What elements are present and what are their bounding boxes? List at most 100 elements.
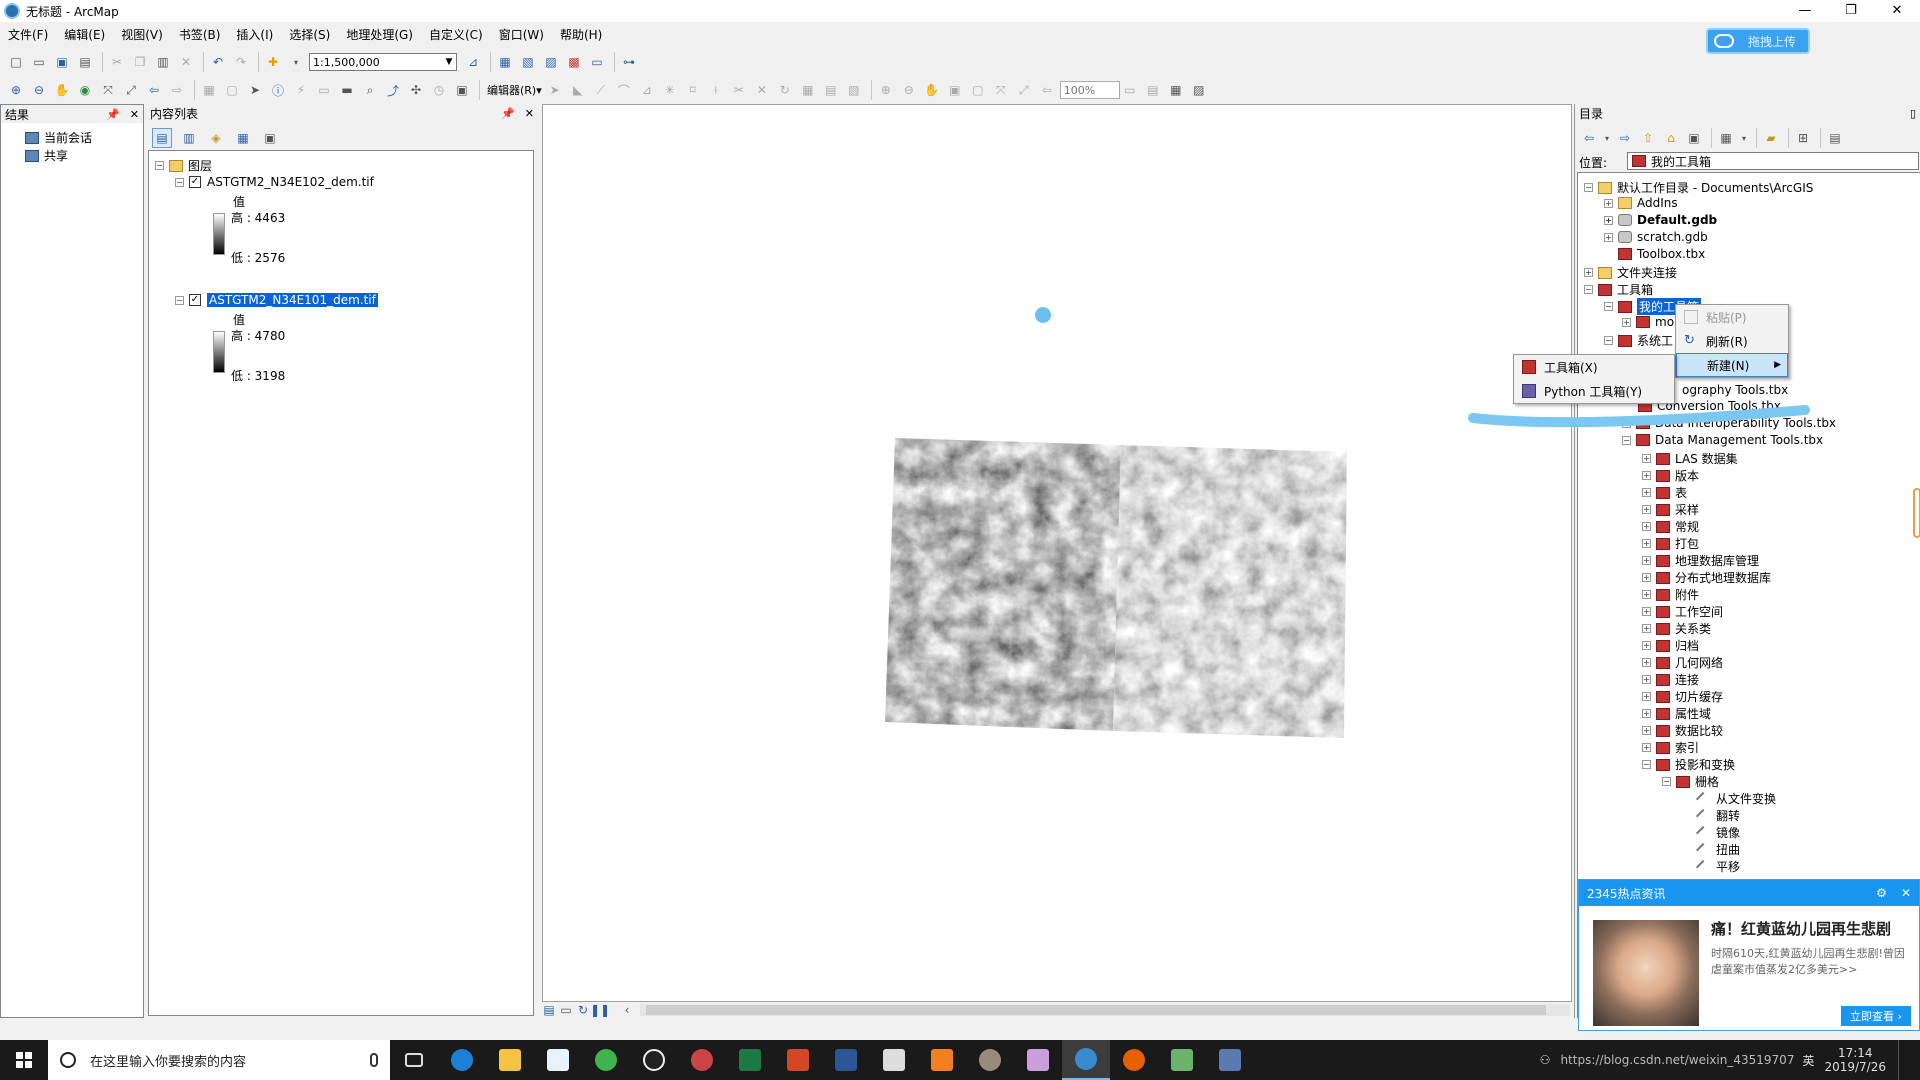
go-back-extent-layout-icon[interactable]: ⇦ (1037, 80, 1057, 100)
catalog-tree-item[interactable]: + 关系类 (1642, 620, 1711, 637)
collapse-icon[interactable]: − (1662, 777, 1671, 786)
undo-icon[interactable]: ↶ (208, 52, 228, 72)
expand-icon[interactable]: + (1642, 641, 1651, 650)
arctoolbox-icon[interactable]: ▩ (564, 52, 584, 72)
catalog-tree-item[interactable]: + 版本 (1642, 467, 1699, 484)
expand-icon[interactable]: + (1642, 539, 1651, 548)
layout-zoom-out-icon[interactable]: ⊖ (899, 80, 919, 100)
catalog-tree-item[interactable]: + 几何网络 (1642, 654, 1723, 671)
full-extent-icon[interactable]: ◉ (75, 80, 95, 100)
find-icon[interactable]: ⌕ (360, 80, 380, 100)
arcglobe-icon[interactable] (966, 1040, 1014, 1080)
minimize-button[interactable]: — (1782, 0, 1828, 22)
catalog-tree-item[interactable]: − 默认工作目录 - Documents\ArcGIS (1584, 179, 1813, 196)
refresh-view-icon[interactable]: ↻ (576, 1003, 590, 1017)
ppt-viewer-icon[interactable] (918, 1040, 966, 1080)
catalog-tree-item[interactable]: + 索引 (1642, 739, 1699, 756)
collapse-icon[interactable]: − (1604, 336, 1613, 345)
catalog-tree-item[interactable]: 从文件变换 (1695, 790, 1776, 807)
task-view-icon[interactable] (390, 1040, 438, 1080)
html-popup-icon[interactable]: ▭ (314, 80, 334, 100)
layer-visibility-checkbox[interactable]: ✓ (189, 294, 201, 306)
baidu-netdisk-icon[interactable] (534, 1040, 582, 1080)
collapse-icon[interactable]: − (175, 295, 184, 305)
close-icon[interactable]: ✕ (130, 108, 139, 121)
layer-row[interactable]: − ✓ ASTGTM2_N34E102_dem.tif (175, 175, 374, 189)
back-dropdown-icon[interactable]: ▾ (1602, 128, 1612, 148)
menu-bookmarks[interactable]: 书签(B) (171, 26, 229, 43)
fixed-zoom-out-layout-icon[interactable]: ⤢ (1014, 80, 1034, 100)
clock[interactable]: 17:14 2019/7/26 (1824, 1046, 1886, 1074)
toggle-draft-mode-icon[interactable]: ▭ (1120, 80, 1140, 100)
arcmap-taskbar-icon[interactable] (1062, 1040, 1110, 1080)
catalog-tree-item[interactable]: + 地理数据库管理 (1642, 552, 1759, 569)
catalog-tree-item[interactable]: + 归档 (1642, 637, 1699, 654)
edge-browser-icon[interactable] (438, 1040, 486, 1080)
scroll-left-icon[interactable]: ‹ (620, 1003, 634, 1017)
create-features-icon[interactable]: ▧ (844, 80, 864, 100)
back-extent-icon[interactable]: ⇦ (144, 80, 164, 100)
qq-icon[interactable] (630, 1040, 678, 1080)
pin-icon[interactable]: ▯ (1910, 107, 1916, 120)
catalog-tree-item[interactable]: + LAS 数据集 (1642, 450, 1738, 467)
show-desktop-button[interactable] (1898, 1040, 1920, 1080)
collapse-icon[interactable]: − (1604, 302, 1613, 311)
edit-annotation-icon[interactable]: ◣ (568, 80, 588, 100)
layout-zoom-in-icon[interactable]: ⊕ (876, 80, 896, 100)
people-icon[interactable]: ⚇ (1540, 1053, 1551, 1067)
edit-tool-icon[interactable]: ➤ (545, 80, 565, 100)
catalog-tree-item[interactable]: + Default.gdb (1604, 213, 1717, 227)
collapse-icon[interactable]: − (1584, 285, 1593, 294)
menu-windows[interactable]: 窗口(W) (491, 26, 552, 43)
menu-customize[interactable]: 自定义(C) (421, 26, 491, 43)
input-language[interactable]: 英 (1802, 1052, 1814, 1069)
close-button[interactable]: ✕ (1874, 0, 1920, 22)
attributes-icon[interactable]: ▦ (798, 80, 818, 100)
expand-icon[interactable]: + (1642, 522, 1651, 531)
news-thumbnail[interactable] (1593, 920, 1699, 1026)
redo-icon[interactable]: ↷ (231, 52, 251, 72)
powerpoint-icon[interactable] (774, 1040, 822, 1080)
map-scale-combobox[interactable]: 1:1,500,000 ▼ (309, 53, 457, 71)
catalog-tree-item[interactable]: + 数据比较 (1642, 722, 1723, 739)
view-now-button[interactable]: 立即查看 › (1841, 1006, 1911, 1026)
connect-folder-icon[interactable]: ▣ (1684, 128, 1704, 148)
open-icon[interactable]: ▭ (29, 52, 49, 72)
select-elements-icon[interactable]: ➤ (245, 80, 265, 100)
catalog-tree-item[interactable]: Toolbox.tbx (1618, 247, 1705, 261)
arccatalog-icon[interactable] (1206, 1040, 1254, 1080)
new-folder-icon[interactable]: ▰ (1761, 128, 1781, 148)
views-icon[interactable]: ▦ (1716, 128, 1736, 148)
menu-file[interactable]: 文件(F) (0, 26, 56, 43)
catalog-tree-item[interactable]: + 打包 (1642, 535, 1699, 552)
microphone-icon[interactable] (370, 1053, 378, 1067)
expand-icon[interactable]: + (1642, 743, 1651, 752)
results-shared[interactable]: 共享 (25, 147, 68, 164)
collapse-icon[interactable]: − (1584, 183, 1593, 192)
data-view-icon[interactable]: ▤ (542, 1003, 556, 1017)
menu-item-new[interactable]: 新建(N) ▶ (1676, 353, 1788, 377)
expand-icon[interactable]: + (1642, 573, 1651, 582)
save-icon[interactable]: ▣ (52, 52, 72, 72)
pin-icon[interactable]: 📌 (106, 108, 120, 121)
menu-view[interactable]: 视图(V) (113, 26, 171, 43)
model-builder-icon[interactable]: ⊶ (619, 52, 639, 72)
catalog-tree-item[interactable]: + 切片缓存 (1642, 688, 1723, 705)
copy-icon[interactable]: ❐ (130, 52, 150, 72)
cut-polygons-icon[interactable]: ✂ (729, 80, 749, 100)
catalog-tree-item[interactable]: − 系统工 (1604, 332, 1673, 349)
list-by-source-icon[interactable]: ▥ (179, 128, 199, 148)
fixed-zoom-in-layout-icon[interactable]: ⤧ (991, 80, 1011, 100)
catalog-tree-item[interactable]: + 附件 (1642, 586, 1699, 603)
create-viewer-window-icon[interactable]: ▣ (452, 80, 472, 100)
expand-icon[interactable]: + (1642, 607, 1651, 616)
news-headline[interactable]: 痛！红黄蓝幼儿园再生悲剧 (1711, 918, 1891, 939)
menu-insert[interactable]: 插入(I) (228, 26, 281, 43)
catalog-tree-item[interactable]: ography Tools.tbx (1682, 383, 1788, 397)
expand-icon[interactable]: + (1642, 675, 1651, 684)
layers-root[interactable]: − 图层 (155, 157, 212, 174)
expand-icon[interactable]: + (1642, 505, 1651, 514)
pan-icon[interactable]: ✋ (52, 80, 72, 100)
menu-geoprocessing[interactable]: 地理处理(G) (338, 26, 421, 43)
menu-item-new-toolbox[interactable]: 工具箱(X) (1514, 355, 1674, 379)
